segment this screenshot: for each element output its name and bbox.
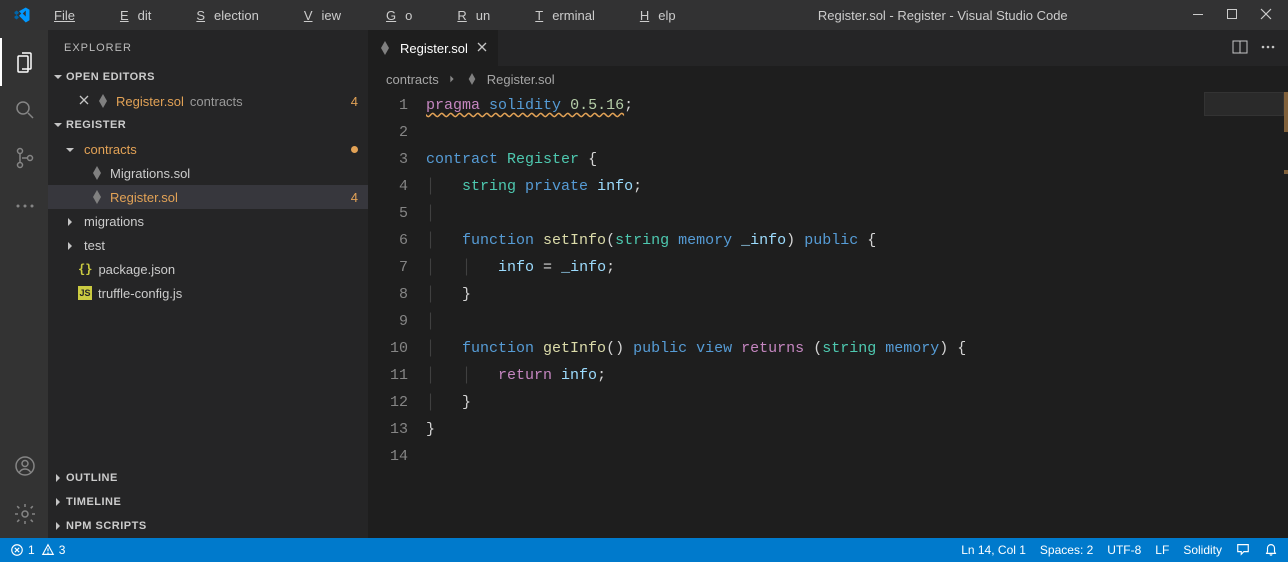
eol-status[interactable]: LF	[1155, 543, 1169, 557]
menu-run[interactable]: Run	[430, 8, 508, 23]
activity-accounts[interactable]	[0, 442, 48, 490]
problems-badge: 4	[351, 94, 358, 109]
code-editor[interactable]: 1234 5678 9101112 1314 pragma solidity 0…	[368, 92, 1288, 538]
folder-migrations[interactable]: migrations	[48, 209, 368, 233]
encoding-status[interactable]: UTF-8	[1107, 543, 1141, 557]
editor-tab-register[interactable]: Register.sol	[368, 30, 499, 66]
minimize-button[interactable]	[1192, 8, 1204, 23]
maximize-button[interactable]	[1226, 8, 1238, 23]
breadcrumbs[interactable]: contracts Register.sol	[368, 66, 1288, 92]
close-icon[interactable]	[78, 94, 90, 109]
notifications-icon[interactable]	[1264, 542, 1278, 559]
chevron-down-icon	[52, 71, 66, 83]
js-file-icon: JS	[78, 286, 92, 300]
solidity-file-icon	[465, 72, 479, 86]
menu-selection[interactable]: Selection	[169, 8, 276, 23]
activity-search[interactable]	[0, 86, 48, 134]
tab-label: Register.sol	[400, 41, 468, 56]
warning-icon	[41, 543, 55, 557]
open-editors-section[interactable]: OPEN EDITORS	[48, 65, 368, 89]
explorer-title: EXPLORER	[48, 30, 368, 65]
errors-status[interactable]: 1	[10, 543, 35, 557]
chevron-down-icon	[52, 119, 66, 131]
overview-ruler	[1284, 92, 1288, 132]
menu-file[interactable]: File	[36, 8, 93, 23]
menu-go[interactable]: Go	[359, 8, 430, 23]
activity-source-control[interactable]	[0, 134, 48, 182]
menu-edit[interactable]: Edit	[93, 8, 169, 23]
chevron-right-icon	[52, 520, 66, 532]
error-icon	[10, 543, 24, 557]
menu-terminal[interactable]: Terminal	[508, 8, 613, 23]
cursor-position[interactable]: Ln 14, Col 1	[961, 543, 1026, 557]
window-title: Register.sol - Register - Visual Studio …	[694, 8, 1192, 23]
close-tab-icon[interactable]	[476, 41, 488, 56]
file-package-json[interactable]: {} package.json	[48, 257, 368, 281]
activity-settings[interactable]	[0, 490, 48, 538]
npm-scripts-section[interactable]: NPM SCRIPTS	[48, 514, 368, 538]
open-editor-dir: contracts	[190, 94, 243, 109]
modified-dot-icon	[351, 146, 358, 153]
breadcrumb-folder[interactable]: contracts	[386, 72, 439, 87]
open-editor-filename: Register.sol	[116, 94, 184, 109]
outline-section[interactable]: OUTLINE	[48, 466, 368, 490]
activity-explorer[interactable]	[0, 38, 48, 86]
menu-view[interactable]: View	[277, 8, 359, 23]
minimap[interactable]	[1204, 92, 1284, 116]
line-number-gutter: 1234 5678 9101112 1314	[368, 92, 426, 538]
feedback-icon[interactable]	[1236, 542, 1250, 559]
solidity-file-icon	[90, 190, 104, 204]
warnings-status[interactable]: 3	[41, 543, 66, 557]
menu-help[interactable]: Help	[613, 8, 694, 23]
chevron-down-icon	[64, 142, 78, 157]
project-section[interactable]: REGISTER	[48, 113, 368, 137]
solidity-file-icon	[96, 94, 110, 108]
overview-ruler	[1284, 170, 1288, 174]
split-editor-icon[interactable]	[1232, 39, 1248, 58]
more-actions-icon[interactable]	[1260, 39, 1276, 58]
file-truffle-config[interactable]: JS truffle-config.js	[48, 281, 368, 305]
solidity-file-icon	[90, 166, 104, 180]
chevron-right-icon	[447, 72, 457, 87]
timeline-section[interactable]: TIMELINE	[48, 490, 368, 514]
breadcrumb-file[interactable]: Register.sol	[487, 72, 555, 87]
folder-contracts[interactable]: contracts	[48, 137, 368, 161]
close-button[interactable]	[1260, 8, 1272, 23]
language-mode[interactable]: Solidity	[1183, 543, 1222, 557]
chevron-right-icon	[64, 238, 78, 253]
file-register-sol[interactable]: Register.sol 4	[48, 185, 368, 209]
indentation-status[interactable]: Spaces: 2	[1040, 543, 1093, 557]
file-migrations-sol[interactable]: Migrations.sol	[48, 161, 368, 185]
open-editor-file[interactable]: Register.sol contracts 4	[48, 89, 368, 113]
vscode-logo-icon	[8, 6, 36, 24]
problems-badge: 4	[351, 190, 358, 205]
folder-test[interactable]: test	[48, 233, 368, 257]
chevron-right-icon	[52, 496, 66, 508]
chevron-right-icon	[52, 472, 66, 484]
activity-more[interactable]	[0, 182, 48, 230]
json-file-icon: {}	[78, 262, 92, 276]
solidity-file-icon	[378, 41, 392, 55]
chevron-right-icon	[64, 214, 78, 229]
